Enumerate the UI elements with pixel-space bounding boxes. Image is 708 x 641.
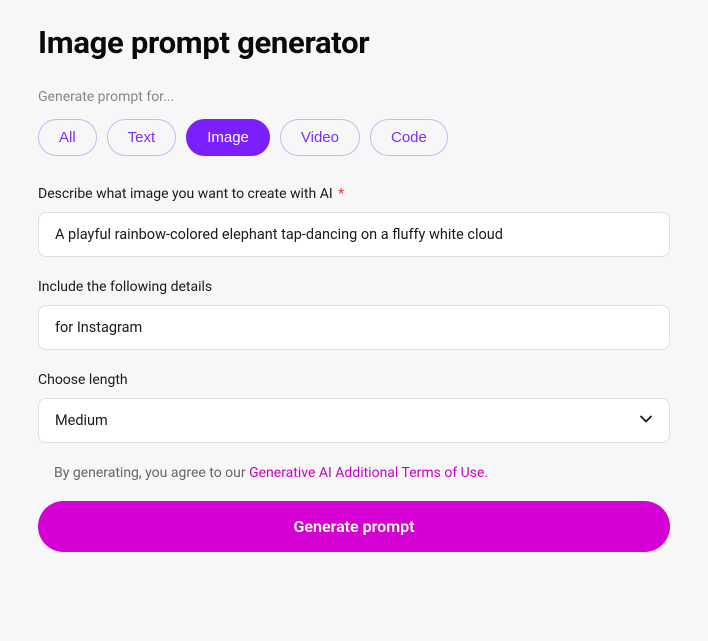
- tab-text[interactable]: Text: [107, 119, 177, 156]
- terms-text: By generating, you agree to our Generati…: [38, 465, 670, 481]
- terms-prefix: By generating, you agree to our: [54, 465, 249, 481]
- page-title: Image prompt generator: [38, 24, 670, 61]
- describe-label: Describe what image you want to create w…: [38, 186, 670, 202]
- required-star: *: [338, 186, 344, 202]
- generate-for-label: Generate prompt for...: [38, 89, 670, 105]
- describe-input[interactable]: [38, 212, 670, 257]
- type-tabs: All Text Image Video Code: [38, 119, 670, 156]
- length-select[interactable]: Medium: [38, 398, 670, 443]
- describe-label-text: Describe what image you want to create w…: [38, 186, 333, 202]
- details-label: Include the following details: [38, 279, 670, 295]
- describe-group: Describe what image you want to create w…: [38, 186, 670, 257]
- generate-button[interactable]: Generate prompt: [38, 501, 670, 552]
- details-input[interactable]: [38, 305, 670, 350]
- tab-all[interactable]: All: [38, 119, 97, 156]
- tab-video[interactable]: Video: [280, 119, 360, 156]
- length-select-wrapper: Medium: [38, 398, 670, 443]
- length-group: Choose length Medium: [38, 372, 670, 443]
- details-group: Include the following details: [38, 279, 670, 350]
- terms-link[interactable]: Generative AI Additional Terms of Use.: [249, 465, 488, 481]
- tab-image[interactable]: Image: [186, 119, 270, 156]
- tab-code[interactable]: Code: [370, 119, 448, 156]
- length-label: Choose length: [38, 372, 670, 388]
